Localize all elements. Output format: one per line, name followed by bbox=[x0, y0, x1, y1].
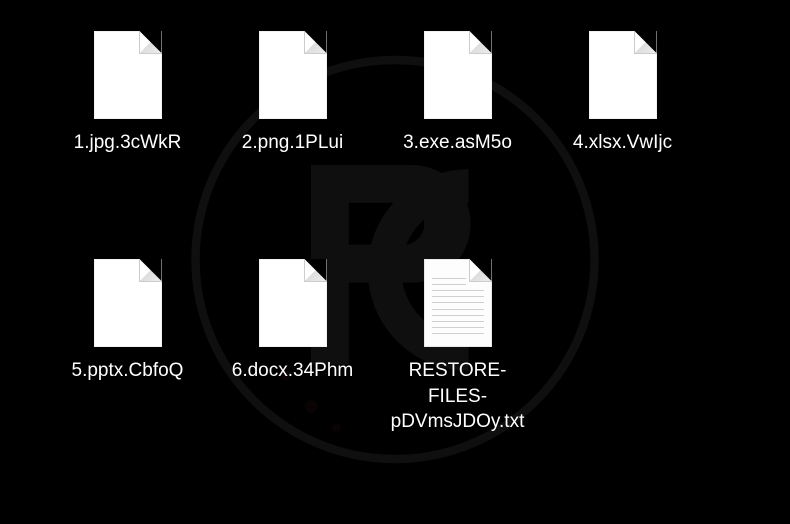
file-item[interactable]: 3.exe.asM5o bbox=[380, 30, 535, 240]
file-label: 4.xlsx.VwIjc bbox=[545, 130, 700, 156]
file-item[interactable]: 6.docx.34Phm bbox=[215, 258, 370, 468]
file-label: 2.png.1PLui bbox=[215, 130, 370, 156]
file-label: RESTORE-FILES-pDVmsJDOy.txt bbox=[380, 358, 535, 435]
file-icon bbox=[424, 30, 492, 120]
file-icon bbox=[94, 30, 162, 120]
file-icon bbox=[94, 258, 162, 348]
file-icon bbox=[259, 258, 327, 348]
file-label: 1.jpg.3cWkR bbox=[50, 130, 205, 156]
file-label: 5.pptx.CbfoQ bbox=[50, 358, 205, 384]
file-icon bbox=[259, 30, 327, 120]
text-file-icon bbox=[424, 258, 492, 348]
file-item[interactable]: 1.jpg.3cWkR bbox=[50, 30, 205, 240]
file-icon bbox=[589, 30, 657, 120]
file-item[interactable]: 2.png.1PLui bbox=[215, 30, 370, 240]
desktop-area: 1.jpg.3cWkR 2.png.1PLui 3.exe.asM5o 4.xl… bbox=[0, 0, 790, 524]
file-item[interactable]: RESTORE-FILES-pDVmsJDOy.txt bbox=[380, 258, 535, 468]
file-label: 6.docx.34Phm bbox=[215, 358, 370, 384]
file-item[interactable]: 5.pptx.CbfoQ bbox=[50, 258, 205, 468]
file-item[interactable]: 4.xlsx.VwIjc bbox=[545, 30, 700, 240]
file-label: 3.exe.asM5o bbox=[380, 130, 535, 156]
